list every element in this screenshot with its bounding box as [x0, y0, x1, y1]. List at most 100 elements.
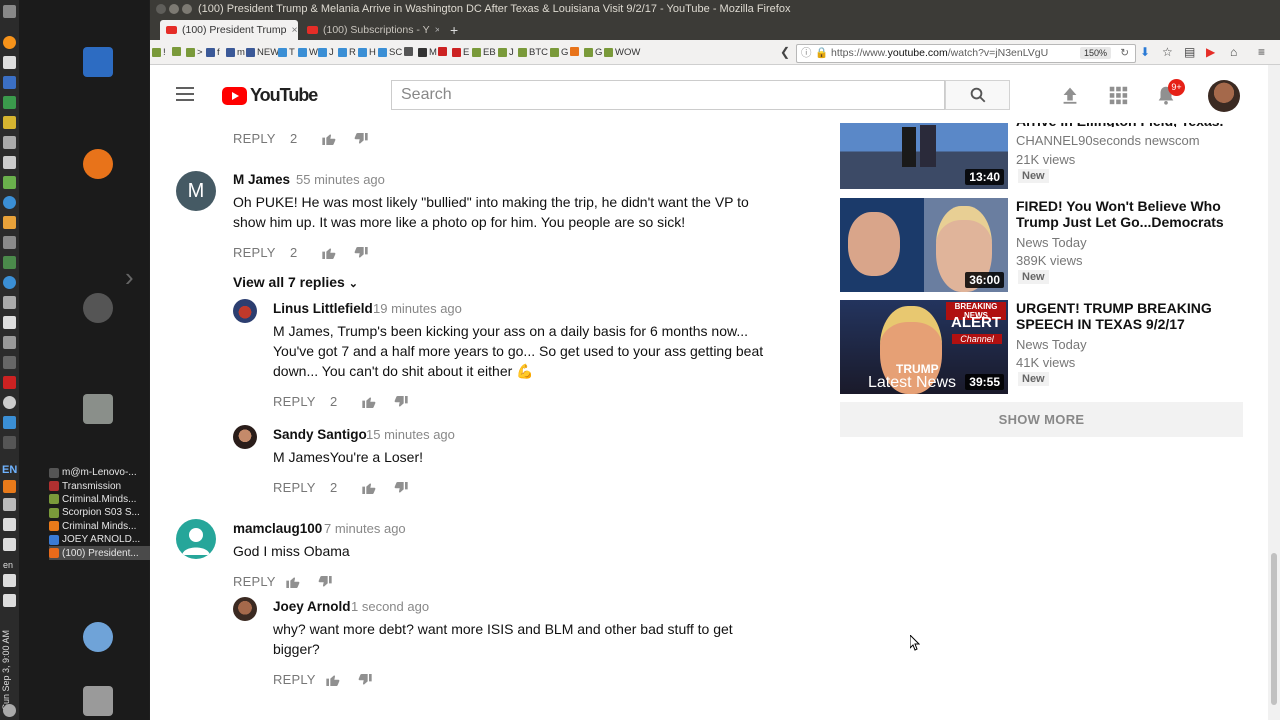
bookmark-star-icon[interactable]: ☆ — [1162, 45, 1173, 59]
bin-icon[interactable] — [83, 686, 113, 716]
vlc-icon[interactable] — [3, 480, 16, 493]
zoom-level[interactable]: 150% — [1079, 47, 1111, 59]
bookmark-item[interactable]: H — [358, 47, 376, 58]
close-tab-icon[interactable]: × — [291, 24, 297, 36]
bookmark-item[interactable]: EB — [472, 47, 496, 58]
comment-author[interactable]: Joey Arnold — [273, 599, 351, 614]
drive-icon[interactable] — [3, 356, 16, 369]
chevron-right-icon[interactable]: › — [125, 262, 134, 293]
thumbs-down-icon[interactable] — [357, 672, 373, 688]
thumbs-down-icon[interactable] — [393, 394, 409, 410]
avatar[interactable] — [176, 519, 216, 559]
view-replies-button[interactable]: View all 7 replies ⌄ — [233, 274, 358, 290]
wifi-icon[interactable] — [3, 498, 16, 511]
bookmark-item[interactable]: > — [186, 47, 203, 58]
video-title[interactable]: URGENT! TRUMP BREAKING SPEECH IN TEXAS 9… — [1016, 300, 1226, 332]
video-thumbnail[interactable]: 13:40 — [840, 121, 1008, 189]
thumbs-down-icon[interactable] — [317, 574, 333, 590]
comment-time[interactable]: 19 minutes ago — [373, 301, 462, 316]
power-icon[interactable] — [3, 704, 16, 717]
youtube-shortcut-icon[interactable]: ▶ — [1206, 45, 1215, 59]
bookmark-item[interactable] — [438, 47, 449, 56]
thumbs-up-icon[interactable] — [321, 131, 337, 147]
bookmark-item[interactable]: BTC — [518, 47, 548, 58]
library-icon[interactable]: ▤ — [1184, 45, 1195, 59]
reply-button[interactable]: REPLY — [233, 574, 276, 589]
reload-icon[interactable]: ↻ — [1120, 45, 1129, 62]
new-tab-button[interactable]: + — [444, 20, 464, 40]
comment-author[interactable]: Sandy Santigo — [273, 427, 367, 442]
comment-author[interactable]: mamclaug100 — [233, 521, 322, 536]
terminal-icon[interactable] — [3, 136, 16, 149]
thumbs-down-icon[interactable] — [393, 480, 409, 496]
bookmark-item[interactable]: m — [226, 47, 245, 58]
avatar[interactable] — [233, 299, 257, 323]
display-icon[interactable] — [3, 316, 16, 329]
archive-icon[interactable] — [3, 296, 16, 309]
chrome-icon[interactable] — [3, 196, 16, 209]
bookmark-item[interactable]: f — [206, 47, 220, 58]
video-title[interactable]: FIRED! You Won't Believe Who Trump Just … — [1016, 198, 1226, 230]
info-icon[interactable]: ⓘ — [801, 45, 812, 62]
bookmark-item[interactable]: R — [338, 47, 356, 58]
related-video[interactable]: 36:00 FIRED! You Won't Believe Who Trump… — [840, 198, 1240, 293]
url-bar[interactable]: ⓘ 🔒 https://www.youtube.com/watch?v=jN3e… — [796, 44, 1136, 63]
bookmark-item[interactable]: M — [418, 47, 437, 58]
bookmark-item[interactable]: ! — [152, 47, 166, 58]
back-icon[interactable]: ❮ — [780, 45, 790, 59]
video-channel[interactable]: News Today — [1016, 235, 1087, 250]
video-thumbnail[interactable]: BREAKING NEWS ALERT Channel TRUMP Latest… — [840, 300, 1008, 394]
account-avatar[interactable] — [1208, 80, 1240, 112]
reply-button[interactable]: REPLY — [273, 394, 316, 409]
bookmark-item[interactable]: J — [318, 47, 334, 58]
lock-icon[interactable]: 🔒 — [815, 45, 828, 62]
notes-icon[interactable] — [3, 56, 16, 69]
thumbs-down-icon[interactable] — [353, 245, 369, 261]
tab-subscriptions[interactable]: (100) Subscriptions - Y × — [301, 20, 439, 40]
avatar[interactable] — [233, 425, 257, 449]
menu-hamburger-icon[interactable]: ≡ — [1258, 45, 1265, 59]
bookmark-item[interactable] — [570, 47, 581, 56]
thumbs-up-icon[interactable] — [325, 672, 341, 688]
home-icon[interactable]: ⌂ — [1230, 45, 1237, 59]
document-icon[interactable] — [83, 47, 113, 77]
bookmark-item[interactable]: E — [452, 47, 469, 58]
reply-button[interactable]: REPLY — [273, 480, 316, 495]
camera-icon[interactable] — [3, 336, 16, 349]
help-icon[interactable] — [83, 293, 113, 323]
bookmark-item[interactable]: SC — [378, 47, 402, 58]
plug-icon[interactable] — [3, 436, 16, 449]
language-indicator[interactable]: EN — [2, 464, 17, 476]
battery-status-icon[interactable] — [3, 594, 16, 607]
monitor-icon[interactable] — [3, 176, 16, 189]
spreadsheet-icon[interactable] — [3, 96, 16, 109]
thumbs-up-icon[interactable] — [321, 245, 337, 261]
tab-youtube-video[interactable]: (100) President Trump × — [160, 20, 298, 40]
comment-author[interactable]: Linus Littlefield — [273, 301, 373, 316]
minimize-window-button[interactable] — [169, 4, 179, 14]
user-icon[interactable] — [83, 622, 113, 652]
calculator-icon[interactable] — [3, 76, 16, 89]
scrollbar-thumb[interactable] — [1271, 553, 1277, 705]
apps-grid-icon[interactable] — [1107, 84, 1129, 106]
comment-author[interactable]: M James — [233, 172, 290, 187]
firefox-desktop-icon[interactable] — [83, 149, 113, 179]
upload-icon[interactable] — [1059, 84, 1081, 106]
thumbs-up-icon[interactable] — [361, 480, 377, 496]
bitcoin-icon[interactable] — [3, 36, 16, 49]
thumbs-down-icon[interactable] — [353, 131, 369, 147]
bookmark-item[interactable]: WOW — [604, 47, 640, 58]
volume-icon[interactable] — [3, 574, 16, 587]
settings-icon[interactable] — [3, 236, 16, 249]
show-more-button[interactable]: SHOW MORE — [840, 402, 1243, 437]
ubuntu-icon[interactable] — [3, 5, 16, 18]
bookmark-item[interactable]: T — [278, 47, 295, 58]
thumbs-up-icon[interactable] — [361, 394, 377, 410]
avatar[interactable]: M — [176, 171, 216, 211]
firefox-icon[interactable] — [3, 216, 16, 229]
image-icon[interactable] — [3, 256, 16, 269]
keyboard-layout[interactable]: en — [3, 560, 13, 570]
window-icon[interactable] — [3, 416, 16, 429]
disc-icon[interactable] — [3, 396, 16, 409]
related-video[interactable]: BREAKING NEWS ALERT Channel TRUMP Latest… — [840, 300, 1240, 395]
